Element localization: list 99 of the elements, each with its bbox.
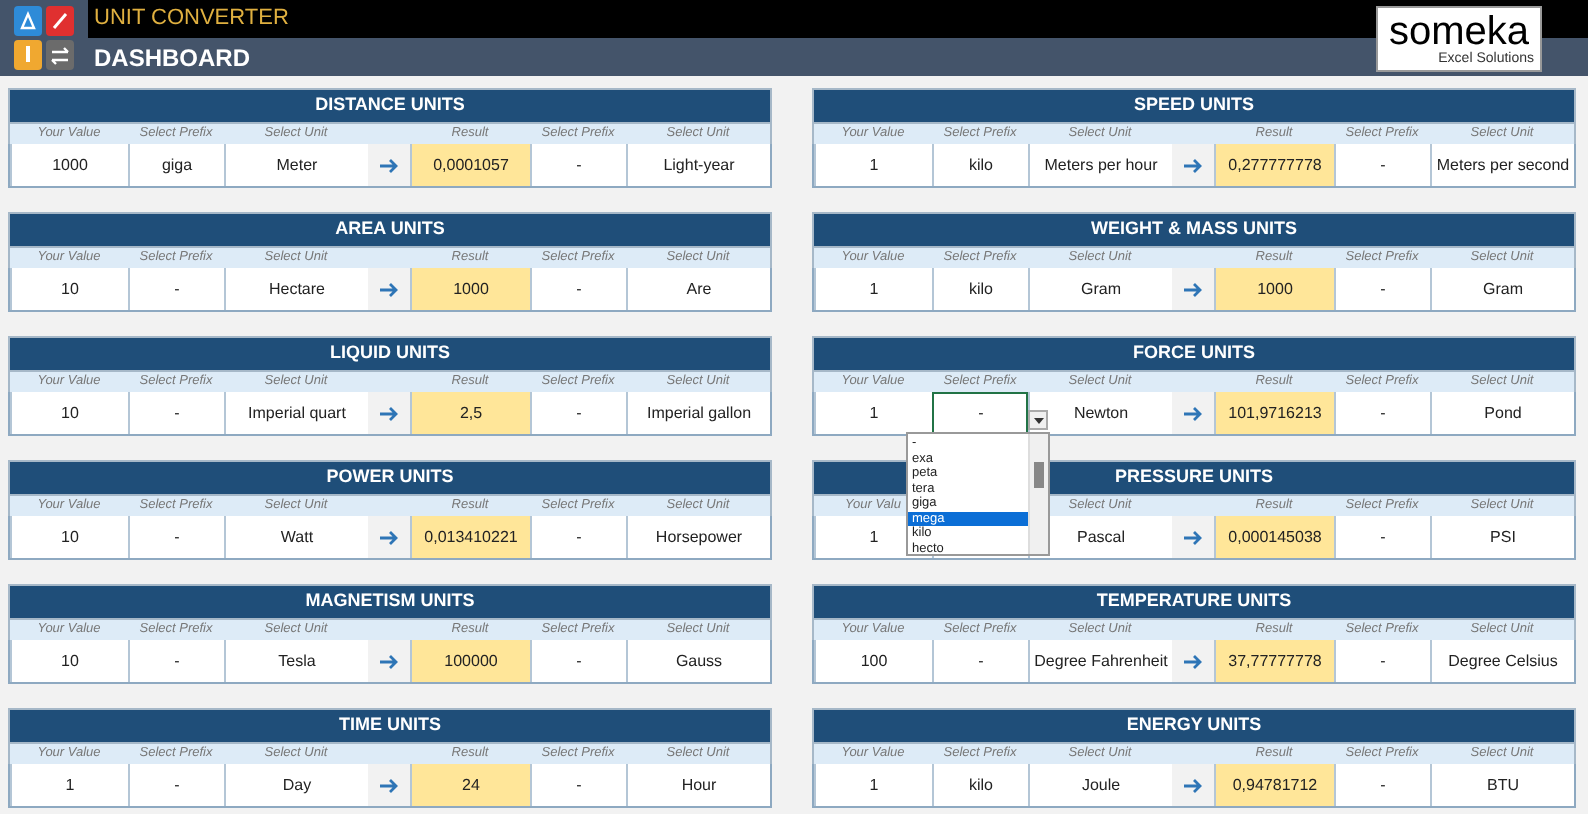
- arrow-right-icon: [380, 653, 398, 669]
- result-cell: 0,013410221: [410, 516, 530, 558]
- arrow-right-icon: [380, 529, 398, 545]
- table-cell[interactable]: Pond: [1430, 392, 1574, 434]
- result-cell: 100000: [410, 640, 530, 682]
- table-cell: 1: [814, 144, 932, 186]
- table-cell[interactable]: -: [1334, 268, 1430, 310]
- result-cell: 37,77777778: [1214, 640, 1334, 682]
- panel-title: AREA UNITS: [8, 212, 772, 248]
- table-cell: 1: [814, 268, 932, 310]
- table-cell[interactable]: -: [530, 764, 626, 806]
- table-cell[interactable]: -: [1334, 144, 1430, 186]
- result-cell: 1000: [1214, 268, 1334, 310]
- table-cell[interactable]: Imperial quart: [224, 392, 368, 434]
- arrow-right-icon: [380, 157, 398, 173]
- app-title: UNIT CONVERTER: [94, 4, 289, 35]
- arrow-right-icon: [380, 405, 398, 421]
- table-cell[interactable]: -: [128, 764, 224, 806]
- table-cell: 1000: [10, 144, 128, 186]
- table-cell[interactable]: Watt: [224, 516, 368, 558]
- app-logo-icon: [14, 6, 74, 70]
- table-cell[interactable]: Gauss: [626, 640, 770, 682]
- table-cell[interactable]: Meters per hour: [1028, 144, 1172, 186]
- table-cell[interactable]: -: [128, 640, 224, 682]
- table-cell[interactable]: -: [128, 516, 224, 558]
- table-cell[interactable]: -: [932, 392, 1028, 434]
- table-cell[interactable]: Are: [626, 268, 770, 310]
- result-cell: 2,5: [410, 392, 530, 434]
- table-cell[interactable]: -: [530, 144, 626, 186]
- panel-title: ENERGY UNITS: [812, 708, 1576, 744]
- result-cell: 0,000145038: [1214, 516, 1334, 558]
- table-cell[interactable]: -: [530, 392, 626, 434]
- scrollbar[interactable]: [1028, 434, 1048, 554]
- table-cell[interactable]: Imperial gallon: [626, 392, 770, 434]
- table-cell: 100: [814, 640, 932, 682]
- result-cell: 0,277777778: [1214, 144, 1334, 186]
- arrow-right-icon: [1184, 653, 1202, 669]
- table-cell: 1: [10, 764, 128, 806]
- panel-title: TIME UNITS: [8, 708, 772, 744]
- dropdown-button[interactable]: [1028, 410, 1048, 430]
- table-cell: 1: [814, 764, 932, 806]
- panel-title: FORCE UNITS: [812, 336, 1576, 372]
- panel-title: MAGNETISM UNITS: [8, 584, 772, 620]
- table-cell[interactable]: Degree Celsius: [1430, 640, 1574, 682]
- table-cell[interactable]: Joule: [1028, 764, 1172, 806]
- panel-title: LIQUID UNITS: [8, 336, 772, 372]
- table-cell[interactable]: Hour: [626, 764, 770, 806]
- result-cell: 0,0001057: [410, 144, 530, 186]
- table-cell[interactable]: -: [1334, 764, 1430, 806]
- table-cell[interactable]: PSI: [1430, 516, 1574, 558]
- table-cell[interactable]: Day: [224, 764, 368, 806]
- result-cell: 1000: [410, 268, 530, 310]
- arrow-right-icon: [1184, 157, 1202, 173]
- table-cell[interactable]: Tesla: [224, 640, 368, 682]
- table-cell[interactable]: -: [128, 268, 224, 310]
- table-cell[interactable]: -: [128, 392, 224, 434]
- table-cell[interactable]: Hectare: [224, 268, 368, 310]
- table-cell[interactable]: kilo: [932, 268, 1028, 310]
- table-cell[interactable]: Gram: [1028, 268, 1172, 310]
- brand-name: someka: [1388, 11, 1530, 51]
- arrow-right-icon: [1184, 281, 1202, 297]
- table-cell[interactable]: Light-year: [626, 144, 770, 186]
- table-cell[interactable]: -: [932, 640, 1028, 682]
- result-cell: 0,94781712: [1214, 764, 1334, 806]
- caret-icon: [1033, 417, 1043, 423]
- panel-title: DISTANCE UNITS: [8, 88, 772, 124]
- arrow-right-icon: [1184, 529, 1202, 545]
- panel-title: TEMPERATURE UNITS: [812, 584, 1576, 620]
- table-cell[interactable]: -: [1334, 392, 1430, 434]
- table-cell[interactable]: Meter: [224, 144, 368, 186]
- arrow-right-icon: [380, 281, 398, 297]
- table-cell[interactable]: giga: [128, 144, 224, 186]
- result-cell: 24: [410, 764, 530, 806]
- table-cell[interactable]: kilo: [932, 764, 1028, 806]
- table-cell[interactable]: -: [1334, 516, 1430, 558]
- table-cell[interactable]: -: [530, 640, 626, 682]
- table-cell: 10: [10, 640, 128, 682]
- panel-title: POWER UNITS: [8, 460, 772, 496]
- table-cell: 10: [10, 268, 128, 310]
- table-cell[interactable]: Meters per second: [1430, 144, 1574, 186]
- table-cell[interactable]: Horsepower: [626, 516, 770, 558]
- table-cell[interactable]: Gram: [1430, 268, 1574, 310]
- table-cell[interactable]: -: [530, 268, 626, 310]
- arrow-right-icon: [380, 777, 398, 793]
- arrow-right-icon: [1184, 405, 1202, 421]
- panel-title: WEIGHT & MASS UNITS: [812, 212, 1576, 248]
- result-cell: 101,9716213: [1214, 392, 1334, 434]
- page-title: DASHBOARD: [94, 41, 250, 75]
- table-cell: 1: [814, 392, 932, 434]
- table-cell[interactable]: -: [1334, 640, 1430, 682]
- table-cell: 10: [10, 516, 128, 558]
- arrow-right-icon: [1184, 777, 1202, 793]
- table-cell[interactable]: Newton: [1028, 392, 1172, 434]
- table-cell: 10: [10, 392, 128, 434]
- table-cell[interactable]: Degree Fahrenheit: [1028, 640, 1172, 682]
- table-cell[interactable]: BTU: [1430, 764, 1574, 806]
- table-cell[interactable]: kilo: [932, 144, 1028, 186]
- panel-title: SPEED UNITS: [812, 88, 1576, 124]
- table-cell[interactable]: -: [530, 516, 626, 558]
